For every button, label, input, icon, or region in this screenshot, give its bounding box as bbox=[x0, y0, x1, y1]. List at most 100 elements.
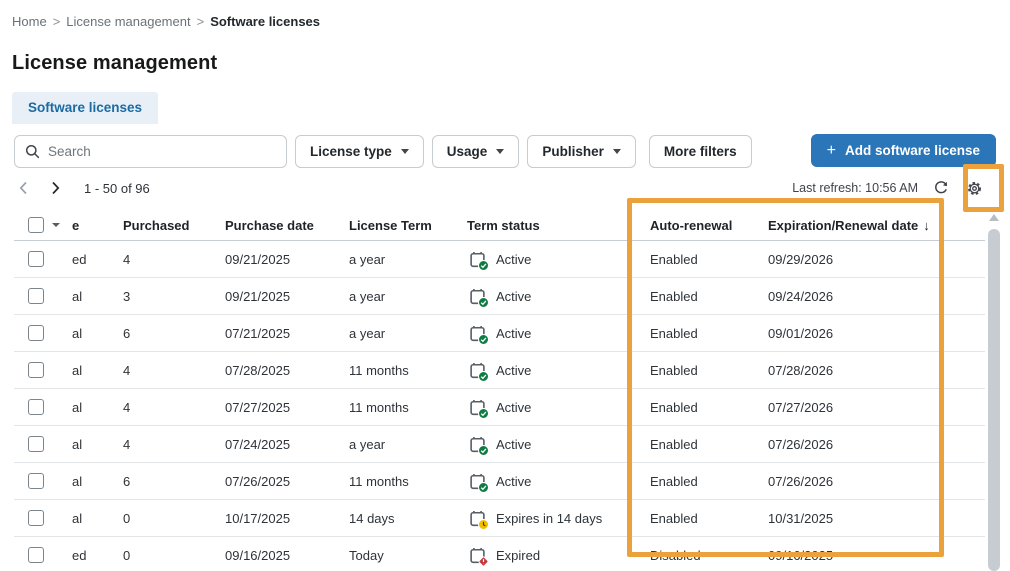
term-status-label: Active bbox=[496, 289, 531, 304]
cell-expiration: 07/26/2026 bbox=[768, 437, 985, 452]
column-header-purchased[interactable]: Purchased bbox=[123, 218, 225, 233]
term-status-label: Expired bbox=[496, 548, 540, 563]
select-menu-chevron-down-icon[interactable] bbox=[52, 223, 60, 227]
cell-purchased: 3 bbox=[123, 289, 225, 304]
search-box[interactable] bbox=[14, 135, 287, 168]
row-checkbox[interactable] bbox=[28, 510, 44, 526]
table-row[interactable]: al 0 10/17/2025 14 days Expires in 14 da… bbox=[14, 500, 985, 537]
cell-license-term: 11 months bbox=[349, 363, 467, 378]
column-header-term-status[interactable]: Term status bbox=[467, 218, 650, 233]
vertical-scrollbar[interactable] bbox=[988, 214, 1000, 571]
cell-purchase-date: 09/21/2025 bbox=[225, 289, 349, 304]
row-checkbox[interactable] bbox=[28, 325, 44, 341]
refresh-button[interactable] bbox=[931, 178, 951, 198]
table-row[interactable]: al 4 07/28/2025 11 months Active Enabled… bbox=[14, 352, 985, 389]
table-row[interactable]: al 4 07/27/2025 11 months Active Enabled… bbox=[14, 389, 985, 426]
table-row[interactable]: ed 0 09/16/2025 Today Expired Disabled 0… bbox=[14, 537, 985, 571]
cell-purchase-date: 07/21/2025 bbox=[225, 326, 349, 341]
table-row[interactable]: al 3 09/21/2025 a year Active Enabled 09… bbox=[14, 278, 985, 315]
cell-auto-renewal: Enabled bbox=[650, 289, 768, 304]
column-header-purchase-date[interactable]: Purchase date bbox=[225, 218, 349, 233]
breadcrumb-separator: > bbox=[53, 14, 61, 29]
cell-purchased: 0 bbox=[123, 511, 225, 526]
cell-purchased: 4 bbox=[123, 363, 225, 378]
scrollbar-thumb[interactable] bbox=[988, 229, 1000, 571]
scrollbar-up-arrow-icon[interactable] bbox=[989, 214, 999, 221]
table-row[interactable]: al 6 07/21/2025 a year Active Enabled 09… bbox=[14, 315, 985, 352]
cell-term-status: Active bbox=[467, 473, 650, 490]
row-checkbox[interactable] bbox=[28, 362, 44, 378]
cell-term-status: Active bbox=[467, 399, 650, 416]
calendar-status-icon bbox=[469, 399, 486, 416]
column-header-name[interactable]: e bbox=[72, 218, 123, 233]
term-status-label: Active bbox=[496, 252, 531, 267]
cell-expiration: 10/31/2025 bbox=[768, 511, 985, 526]
cell-purchase-date: 10/17/2025 bbox=[225, 511, 349, 526]
cell-auto-renewal: Enabled bbox=[650, 474, 768, 489]
check-circle-icon bbox=[478, 482, 489, 493]
cell-term-status: Active bbox=[467, 436, 650, 453]
chevron-down-icon bbox=[496, 149, 504, 154]
check-circle-icon bbox=[478, 445, 489, 456]
clock-circle-icon bbox=[478, 519, 489, 530]
cell-purchased: 6 bbox=[123, 326, 225, 341]
settings-button[interactable] bbox=[964, 178, 985, 199]
chevron-down-icon bbox=[613, 149, 621, 154]
more-filters-label: More filters bbox=[664, 144, 737, 159]
column-header-auto-renewal[interactable]: Auto-renewal bbox=[650, 218, 768, 233]
cell-purchase-date: 09/21/2025 bbox=[225, 252, 349, 267]
cell-license-term: a year bbox=[349, 326, 467, 341]
cell-license-term: a year bbox=[349, 252, 467, 267]
term-status-label: Expires in 14 days bbox=[496, 511, 602, 526]
column-header-license-term[interactable]: License Term bbox=[349, 218, 467, 233]
filter-publisher[interactable]: Publisher bbox=[527, 135, 636, 168]
gear-icon bbox=[966, 180, 983, 197]
calendar-status-icon bbox=[469, 547, 486, 564]
cell-auto-renewal: Disabled bbox=[650, 548, 768, 563]
cell-name: al bbox=[72, 474, 123, 489]
row-checkbox[interactable] bbox=[28, 288, 44, 304]
row-checkbox[interactable] bbox=[28, 251, 44, 267]
term-status-label: Active bbox=[496, 437, 531, 452]
add-software-license-button[interactable]: + Add software license bbox=[811, 134, 996, 167]
breadcrumb-home[interactable]: Home bbox=[12, 14, 47, 29]
cell-term-status: Active bbox=[467, 362, 650, 379]
cell-expiration: 09/16/2025 bbox=[768, 548, 985, 563]
cell-purchase-date: 07/27/2025 bbox=[225, 400, 349, 415]
cell-purchase-date: 07/28/2025 bbox=[225, 363, 349, 378]
row-checkbox[interactable] bbox=[28, 436, 44, 452]
table-row[interactable]: ed 4 09/21/2025 a year Active Enabled 09… bbox=[14, 241, 985, 278]
previous-page-icon[interactable] bbox=[14, 179, 32, 197]
software-licenses-table: e Purchased Purchase date License Term T… bbox=[14, 210, 985, 571]
row-checkbox[interactable] bbox=[28, 473, 44, 489]
filter-license-type-label: License type bbox=[310, 144, 392, 159]
meta-right: Last refresh: 10:56 AM bbox=[792, 178, 985, 199]
row-checkbox[interactable] bbox=[28, 547, 44, 563]
cell-name: al bbox=[72, 400, 123, 415]
filter-license-type[interactable]: License type bbox=[295, 135, 424, 168]
table-row[interactable]: al 4 07/24/2025 a year Active Enabled 07… bbox=[14, 426, 985, 463]
calendar-status-icon bbox=[469, 436, 486, 453]
cell-purchased: 0 bbox=[123, 548, 225, 563]
cell-expiration: 07/28/2026 bbox=[768, 363, 985, 378]
filter-usage[interactable]: Usage bbox=[432, 135, 520, 168]
cell-expiration: 07/26/2026 bbox=[768, 474, 985, 489]
tab-software-licenses[interactable]: Software licenses bbox=[12, 92, 158, 124]
breadcrumb: Home > License management > Software lic… bbox=[12, 14, 320, 29]
pagination: 1 - 50 of 96 bbox=[14, 179, 150, 197]
select-all-checkbox[interactable] bbox=[28, 217, 44, 233]
term-status-label: Active bbox=[496, 326, 531, 341]
next-page-icon[interactable] bbox=[46, 179, 64, 197]
row-checkbox[interactable] bbox=[28, 399, 44, 415]
alert-diamond-icon bbox=[478, 556, 489, 567]
cell-term-status: Expired bbox=[467, 547, 650, 564]
more-filters-button[interactable]: More filters bbox=[649, 135, 752, 168]
cell-name: al bbox=[72, 437, 123, 452]
breadcrumb-license-management[interactable]: License management bbox=[66, 14, 190, 29]
cell-term-status: Active bbox=[467, 288, 650, 305]
search-input[interactable] bbox=[48, 144, 276, 159]
table-row[interactable]: al 6 07/26/2025 11 months Active Enabled… bbox=[14, 463, 985, 500]
term-status-label: Active bbox=[496, 400, 531, 415]
column-header-expiration[interactable]: Expiration/Renewal date↓ bbox=[768, 218, 985, 233]
cell-license-term: 11 months bbox=[349, 400, 467, 415]
